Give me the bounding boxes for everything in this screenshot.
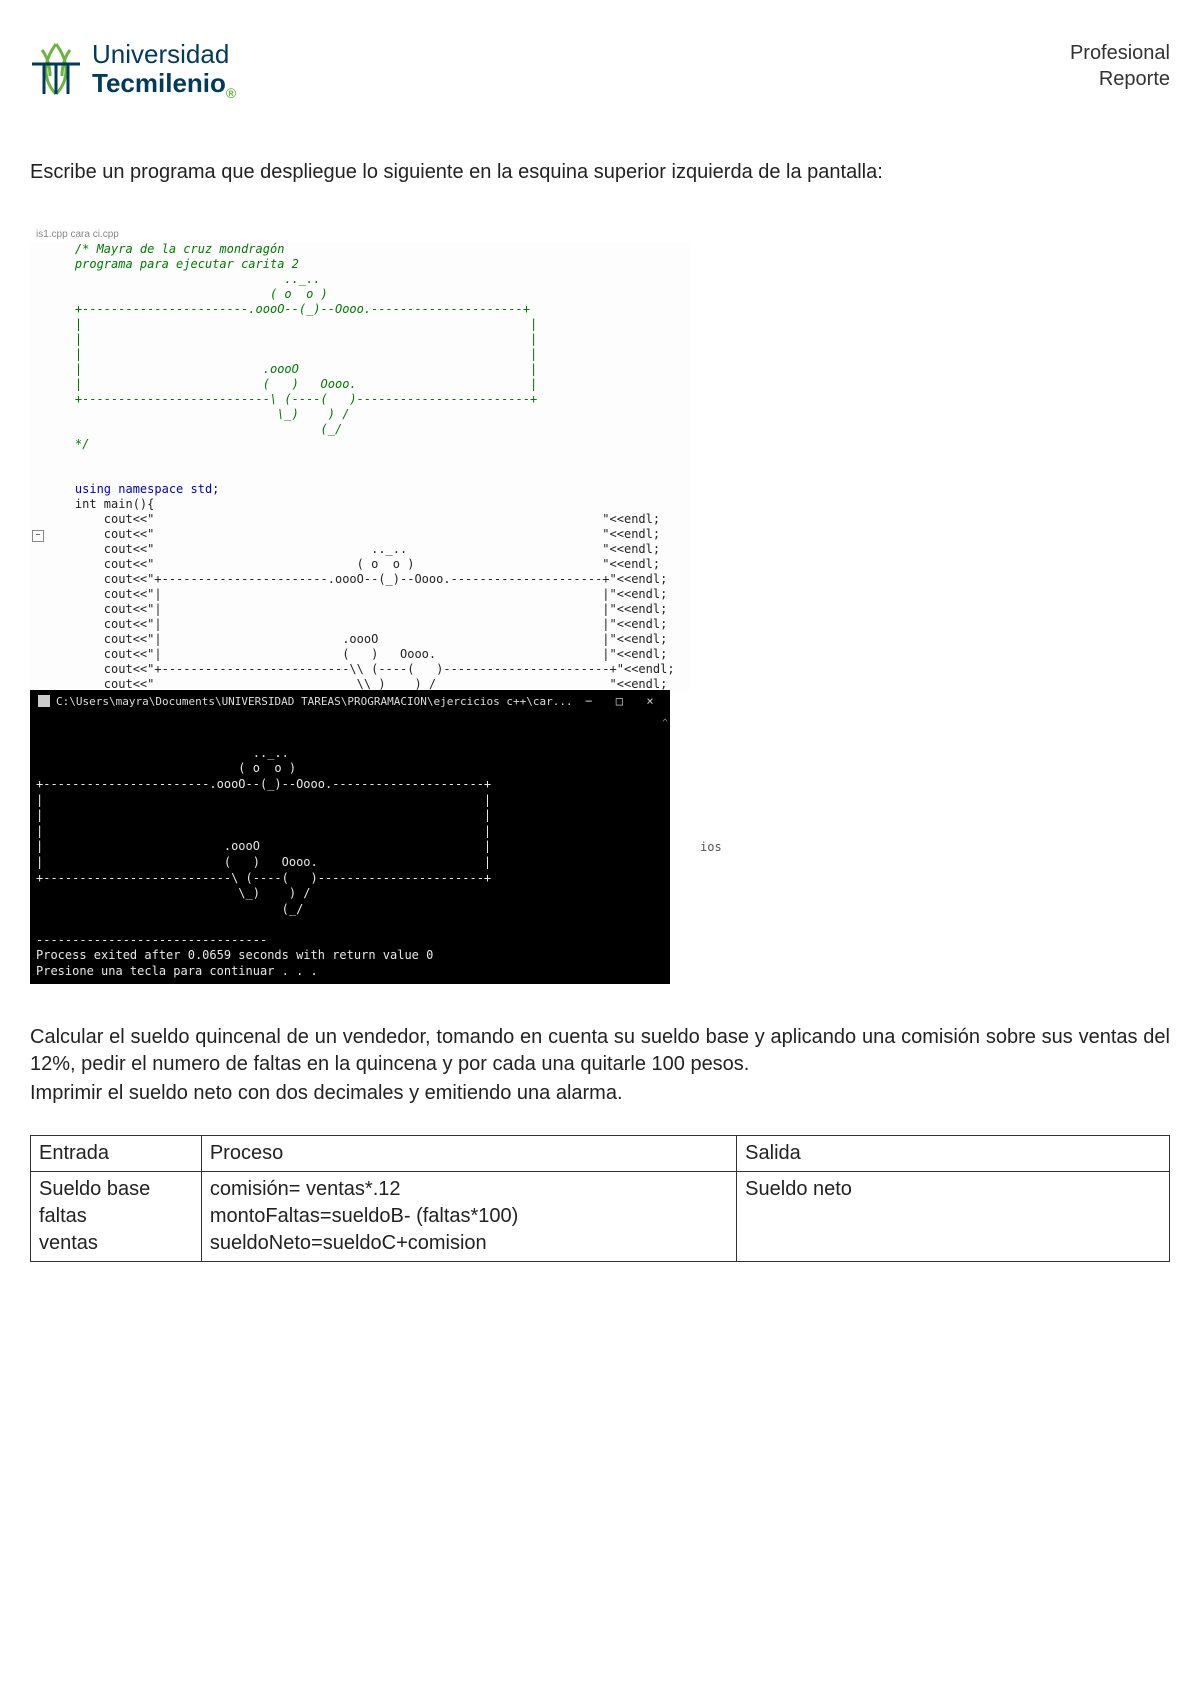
cell-entrada: Sueldo base faltas ventas xyxy=(31,1171,202,1261)
header-salida: Salida xyxy=(737,1135,1170,1171)
console-window: C:\Users\mayra\Documents\UNIVERSIDAD TAR… xyxy=(30,690,670,984)
console-titlebar: C:\Users\mayra\Documents\UNIVERSIDAD TAR… xyxy=(30,690,670,712)
header-proceso: Proceso xyxy=(201,1135,736,1171)
header-entrada: Entrada xyxy=(31,1135,202,1171)
console-icon xyxy=(38,695,50,707)
table-row: Sueldo base faltas ventas comisión= vent… xyxy=(31,1171,1170,1261)
cell-salida: Sueldo neto xyxy=(737,1171,1170,1261)
header-right-line1: Profesional xyxy=(1070,40,1170,66)
header-right-line2: Reporte xyxy=(1070,66,1170,92)
exercise2-paragraph1: Calcular el sueldo quincenal de un vende… xyxy=(30,1024,1170,1078)
ide-tab: is1.cpp cara ci.cpp xyxy=(30,228,125,241)
minimize-icon[interactable]: − xyxy=(577,694,601,708)
ide-editor: is1.cpp cara ci.cpp − /* Mayra de la cru… xyxy=(30,224,690,984)
page-header: Universidad Tecmilenio® Profesional Repo… xyxy=(30,40,1170,101)
instruction-text: Escribe un programa que despliegue lo si… xyxy=(30,161,1170,184)
fold-icon: − xyxy=(32,530,44,542)
table-row: Entrada Proceso Salida xyxy=(31,1135,1170,1171)
logo-icon xyxy=(30,40,82,101)
header-right: Profesional Reporte xyxy=(1070,40,1170,92)
console-output: .._.. ( o o ) +-----------------------.o… xyxy=(30,724,670,984)
cell-proceso: comisión= ventas*.12 montoFaltas=sueldoB… xyxy=(201,1171,736,1261)
logo-text-line1: Universidad xyxy=(92,40,236,69)
maximize-icon[interactable]: □ xyxy=(607,694,631,708)
logo-text-line2: Tecmilenio xyxy=(92,68,226,98)
ide-code-block: − /* Mayra de la cruz mondragón programa… xyxy=(30,242,690,692)
logo: Universidad Tecmilenio® xyxy=(30,40,236,101)
io-table: Entrada Proceso Salida Sueldo base falta… xyxy=(30,1135,1170,1262)
console-title-text: C:\Users\mayra\Documents\UNIVERSIDAD TAR… xyxy=(56,695,573,708)
ios-text-fragment: ios xyxy=(700,840,722,854)
code-and-console-screenshot: is1.cpp cara ci.cpp − /* Mayra de la cru… xyxy=(30,224,1170,984)
exercise2-paragraph2: Imprimir el sueldo neto con dos decimale… xyxy=(30,1082,1170,1105)
close-icon[interactable]: × xyxy=(638,694,662,708)
